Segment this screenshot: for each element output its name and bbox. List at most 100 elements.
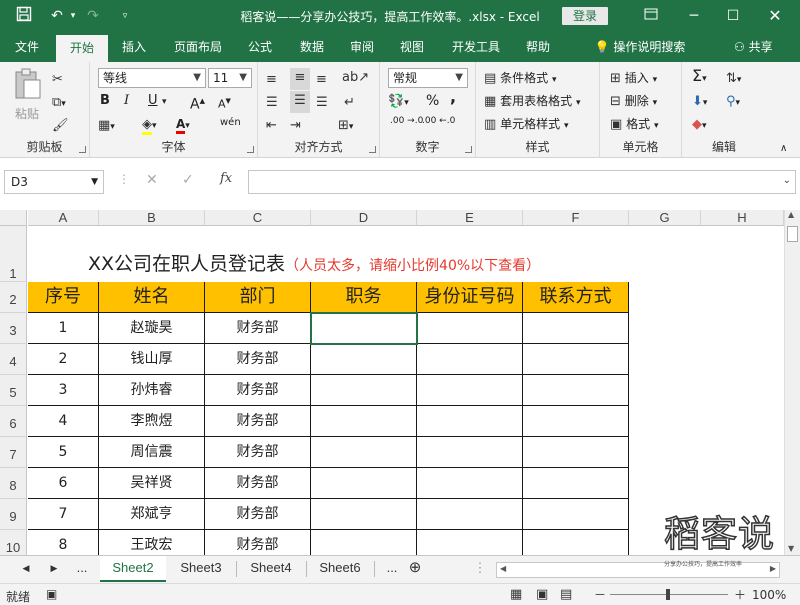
sheet-tab-sheet6[interactable]: Sheet6 <box>308 556 372 582</box>
table-cell-index[interactable]: 6 <box>28 468 99 499</box>
save-icon[interactable] <box>14 6 34 26</box>
align-center-button[interactable]: ☰ <box>290 91 310 113</box>
page-break-view-icon[interactable]: ▤ <box>560 587 572 602</box>
table-cell-name[interactable]: 吴祥贤 <box>99 468 205 499</box>
insert-function-icon[interactable]: fx <box>220 171 232 186</box>
header-cell-name[interactable]: 姓名 <box>99 282 205 313</box>
table-cell-index[interactable]: 7 <box>28 499 99 530</box>
table-cell-name[interactable]: 钱山厚 <box>99 344 205 375</box>
percent-button[interactable]: % <box>426 92 439 110</box>
table-cell-name[interactable]: 孙炜睿 <box>99 375 205 406</box>
alignment-launcher-icon[interactable] <box>369 146 376 153</box>
number-format-select[interactable]: 常规 ▼ <box>388 68 468 88</box>
table-cell-id-number[interactable] <box>417 344 523 375</box>
border-button[interactable]: ▦▾ <box>98 116 115 136</box>
merge-center-button[interactable]: ⊞▾ <box>338 116 353 136</box>
increase-decimal-button[interactable]: .00 →.0 <box>390 116 423 126</box>
align-right-button[interactable]: ☰ <box>316 93 328 112</box>
table-cell-id-number[interactable] <box>417 499 523 530</box>
table-cell-contact[interactable] <box>523 313 629 344</box>
tab-data[interactable]: 数据 <box>290 32 334 62</box>
undo-icon[interactable]: ↶ <box>46 6 68 26</box>
undo-dropdown-icon[interactable]: ▾ <box>68 6 78 26</box>
login-button[interactable]: 登录 <box>562 7 608 25</box>
table-cell-department[interactable]: 财务部 <box>205 437 311 468</box>
number-launcher-icon[interactable] <box>465 146 472 153</box>
table-cell-department[interactable]: 财务部 <box>205 344 311 375</box>
table-cell-contact[interactable] <box>523 437 629 468</box>
cell-styles-button[interactable]: ▥ 单元格样式 ▾ <box>484 115 569 135</box>
column-header-a[interactable]: A <box>28 210 99 226</box>
tab-insert[interactable]: 插入 <box>112 32 156 62</box>
table-cell-contact[interactable] <box>523 468 629 499</box>
worksheet-grid[interactable]: A B C D E F G H 1 2 3 4 5 6 7 8 9 10 XX公… <box>0 210 800 555</box>
table-cell-name[interactable]: 赵璇昊 <box>99 313 205 344</box>
vertical-scroll-thumb[interactable] <box>787 226 798 242</box>
row-header-6[interactable]: 6 <box>0 406 27 437</box>
zoom-slider-thumb[interactable] <box>666 589 670 600</box>
row-header-9[interactable]: 9 <box>0 499 27 530</box>
header-cell-index[interactable]: 序号 <box>28 282 99 313</box>
header-cell-id-number[interactable]: 身份证号码 <box>417 282 523 313</box>
autosum-button[interactable]: Σ▾ <box>692 67 707 88</box>
align-middle-button[interactable]: ≡ <box>290 68 310 90</box>
insert-cells-button[interactable]: ⊞ 插入 ▾ <box>610 69 657 89</box>
table-cell-department[interactable]: 财务部 <box>205 499 311 530</box>
clear-button[interactable]: ◆▾ <box>692 115 707 135</box>
scroll-down-icon[interactable]: ▼ <box>788 544 794 553</box>
page-layout-view-icon[interactable]: ▣ <box>536 587 548 602</box>
table-cell-position[interactable] <box>311 344 417 375</box>
sheet-tab-sheet4[interactable]: Sheet4 <box>238 556 304 582</box>
row-header-2[interactable]: 2 <box>0 282 27 313</box>
split-handle-icon[interactable]: ⋮ <box>470 556 490 582</box>
underline-dropdown-icon[interactable]: ▾ <box>162 93 167 111</box>
vertical-scrollbar[interactable]: ▲ ▼ <box>784 210 800 555</box>
fill-button[interactable]: ⬇▾ <box>692 92 707 112</box>
tab-home[interactable]: 开始 <box>56 35 108 62</box>
column-header-g[interactable]: G <box>629 210 701 226</box>
fill-color-button[interactable]: ◈▾ <box>142 115 157 135</box>
sheet-title-cell[interactable]: XX公司在职人员登记表（人员太多，请缩小比例40%以下查看） <box>28 227 628 283</box>
table-cell-position[interactable] <box>311 530 417 555</box>
tab-file[interactable]: 文件 <box>4 32 50 62</box>
shrink-font-button[interactable]: A▼ <box>218 92 231 114</box>
format-as-table-button[interactable]: ▦ 套用表格格式 ▾ <box>484 92 581 112</box>
zoom-in-icon[interactable]: ＋ <box>734 586 746 603</box>
decrease-decimal-button[interactable]: .00 ←.0 <box>422 116 455 126</box>
column-header-h[interactable]: H <box>701 210 784 226</box>
table-cell-name[interactable]: 李煦煜 <box>99 406 205 437</box>
quick-access-customize-icon[interactable]: ▿ <box>118 6 132 26</box>
name-box[interactable]: D3 ▼ <box>4 170 104 194</box>
zoom-out-icon[interactable]: － <box>594 586 606 603</box>
drag-handle-icon[interactable]: ⋮ <box>118 172 130 186</box>
table-cell-name[interactable]: 王政宏 <box>99 530 205 555</box>
decrease-indent-button[interactable]: ⇤ <box>266 116 277 135</box>
table-cell-index[interactable]: 3 <box>28 375 99 406</box>
table-cell-contact[interactable] <box>523 530 629 555</box>
align-left-button[interactable]: ☰ <box>266 93 278 112</box>
sort-filter-button[interactable]: ⇅▾ <box>726 69 741 89</box>
close-icon[interactable]: ✕ <box>764 6 786 26</box>
table-cell-contact[interactable] <box>523 406 629 437</box>
format-painter-button[interactable]: 🖌 <box>52 116 69 135</box>
maximize-icon[interactable]: ☐ <box>722 6 744 26</box>
table-cell-id-number[interactable] <box>417 468 523 499</box>
share-button[interactable]: ⚇ 共享 <box>734 32 773 62</box>
tab-help[interactable]: 帮助 <box>518 32 558 62</box>
redo-icon[interactable]: ↷ <box>84 6 102 26</box>
paste-button[interactable]: 粘贴 <box>10 68 44 124</box>
sheet-tab-sheet3[interactable]: Sheet3 <box>168 556 234 582</box>
orientation-button[interactable]: ab↗ <box>342 68 369 87</box>
tab-review[interactable]: 审阅 <box>342 32 382 62</box>
comma-button[interactable]: , <box>450 88 456 106</box>
zoom-slider[interactable] <box>610 589 728 600</box>
scroll-up-icon[interactable]: ▲ <box>788 210 794 219</box>
header-cell-department[interactable]: 部门 <box>205 282 311 313</box>
scroll-tabs-right-icon[interactable]: ▶ <box>46 556 62 582</box>
column-header-c[interactable]: C <box>205 210 311 226</box>
scroll-left-icon[interactable]: ◀ <box>500 564 506 573</box>
table-cell-position[interactable] <box>311 468 417 499</box>
expand-formula-icon[interactable]: ⌄ <box>783 175 791 186</box>
align-bottom-button[interactable]: ≡ <box>316 70 327 89</box>
accounting-button[interactable]: 💱▾ <box>388 92 409 112</box>
